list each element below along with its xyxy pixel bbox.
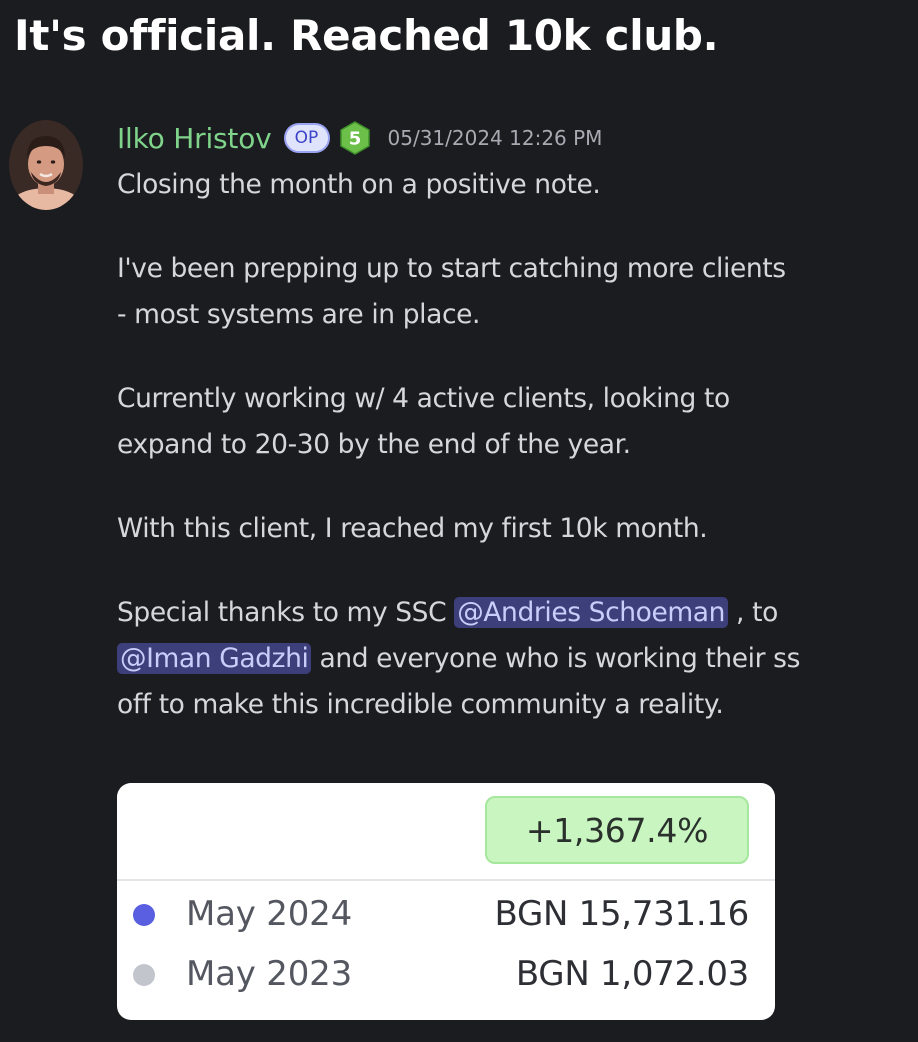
revenue-amount: BGN 15,731.16: [494, 894, 750, 934]
message-line: With this client, I reached my first 10k…: [117, 513, 708, 544]
author-name[interactable]: Ilko Hristov: [117, 122, 272, 155]
series-dot-current: [133, 904, 155, 926]
avatar[interactable]: [9, 120, 83, 210]
mention-iman-gadzhi[interactable]: @Iman Gadzhi: [117, 643, 312, 674]
revenue-amount: BGN 1,072.03: [515, 954, 749, 994]
op-badge: OP: [283, 123, 330, 153]
revenue-comparison-card[interactable]: +1,367.4% May 2024 BGN 15,731.16 May 202…: [117, 783, 775, 1020]
revenue-row-current: May 2024 BGN 15,731.16: [117, 884, 775, 944]
avatar-photo: [9, 120, 83, 210]
growth-percentage-badge: +1,367.4%: [485, 796, 749, 864]
message-body: Closing the month on a positive note. I'…: [117, 162, 907, 728]
thanks-paragraph: Special thanks to my SSC @Andries Schoem…: [117, 590, 907, 728]
thanks-prefix: Special thanks to my SSC: [117, 597, 455, 628]
message-timestamp: 05/31/2024 12:26 PM: [387, 126, 603, 150]
level-badge-icon: 5: [339, 121, 370, 155]
level-badge-number: 5: [348, 129, 361, 150]
card-divider: [117, 879, 775, 881]
message-line: expand to 20-30 by the end of the year.: [117, 429, 631, 460]
period-label: May 2023: [186, 954, 353, 994]
message-line: - most systems are in place.: [117, 299, 481, 330]
post-title: It's official. Reached 10k club.: [14, 11, 719, 60]
series-dot-previous: [133, 964, 155, 986]
message-line: Currently working w/ 4 active clients, l…: [117, 383, 730, 414]
message-header: Ilko Hristov OP 5 05/31/2024 12:26 PM: [117, 116, 602, 160]
mention-andries-schoeman[interactable]: @Andries Schoeman: [454, 597, 729, 628]
period-label: May 2024: [186, 894, 353, 934]
revenue-row-previous: May 2023 BGN 1,072.03: [117, 944, 775, 1004]
thanks-line2-rest: and everyone who is working their ss: [311, 643, 800, 674]
thanks-middle: , to: [728, 597, 778, 628]
message-line: Closing the month on a positive note.: [117, 169, 601, 200]
message-line: I've been prepping up to start catching …: [117, 253, 786, 284]
thanks-line3: off to make this incredible community a …: [117, 689, 724, 720]
